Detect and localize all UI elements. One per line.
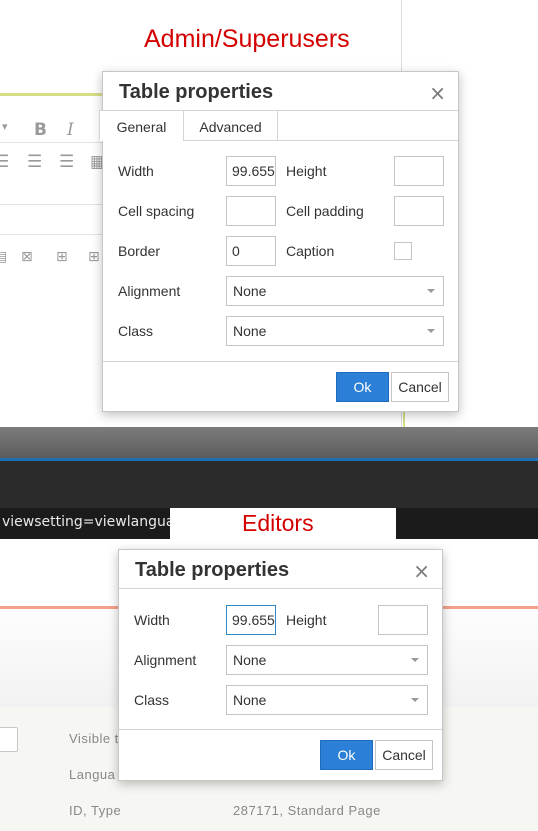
dialog-header-divider <box>119 588 442 589</box>
chevron-down-icon <box>427 289 435 293</box>
admin-table-properties-dialog: Table properties × General Advanced Widt… <box>99 71 459 412</box>
align-center-icon[interactable]: ☰ <box>27 152 42 172</box>
dialog-title: Table properties <box>135 559 290 581</box>
alignment-value: None <box>233 652 267 668</box>
toolbar-divider <box>0 234 110 235</box>
browser-toolbar <box>0 461 538 508</box>
bold-icon[interactable]: B <box>34 120 47 140</box>
toolbar-divider <box>0 142 110 143</box>
cell-padding-label: Cell padding <box>286 203 364 219</box>
id-type-value: 287171, Standard Page <box>233 803 381 818</box>
language-label: Langua <box>69 767 116 782</box>
editor-border <box>403 410 405 427</box>
alignment-select[interactable]: None <box>226 645 428 675</box>
width-label: Width <box>134 612 170 628</box>
class-value: None <box>233 692 267 708</box>
toolbar-divider <box>0 204 110 205</box>
alignment-label: Alignment <box>118 283 181 299</box>
background-input[interactable] <box>0 727 18 752</box>
chevron-down-icon <box>427 329 435 333</box>
tab-bar-divider <box>278 140 458 141</box>
dialog-title: Table properties <box>119 81 274 103</box>
width-input[interactable]: 99.655 <box>226 605 276 635</box>
window-chrome-band <box>0 427 538 458</box>
cell-padding-input[interactable] <box>394 196 444 226</box>
dialog-footer-divider <box>103 361 458 362</box>
class-label: Class <box>118 323 154 339</box>
insert-row-icon[interactable]: ⊞ <box>56 249 68 265</box>
close-icon[interactable]: × <box>413 559 430 583</box>
ok-button[interactable]: Ok <box>336 372 389 402</box>
class-label: Class <box>134 692 170 708</box>
visible-label: Visible t <box>69 731 119 746</box>
dialog-footer-divider <box>119 729 442 730</box>
tab-advanced[interactable]: Advanced <box>183 110 278 141</box>
caption-label: Caption <box>286 243 335 259</box>
class-value: None <box>233 323 267 339</box>
dropdown-caret-icon[interactable]: ▾ <box>2 120 8 133</box>
height-label: Height <box>286 163 327 179</box>
cancel-button[interactable]: Cancel <box>375 740 433 770</box>
close-icon[interactable]: × <box>429 81 446 105</box>
align-right-icon[interactable]: ☰ <box>59 152 74 172</box>
tab-general[interactable]: General <box>99 110 184 141</box>
alignment-select[interactable]: None <box>226 276 444 306</box>
id-type-label: ID, Type <box>69 803 122 818</box>
url-text: viewsetting=viewlanguage: <box>2 514 197 530</box>
chevron-down-icon <box>411 658 419 662</box>
class-select[interactable]: None <box>226 685 428 715</box>
cancel-button[interactable]: Cancel <box>391 372 449 402</box>
admin-screenshot-region: Admin/Superusers ▾ B I ☰ ☰ ☰ ▦ ▤ ⊠ ⊞ ⊞ T… <box>0 0 538 427</box>
alignment-value: None <box>233 283 267 299</box>
editor-table-properties-dialog: Table properties × Width 99.655 Height A… <box>118 549 443 781</box>
caption-checkbox[interactable] <box>394 242 412 260</box>
italic-icon[interactable]: I <box>67 120 74 140</box>
alignment-label: Alignment <box>134 652 197 668</box>
table-row-icon[interactable]: ▤ <box>0 249 7 265</box>
rich-text-editor: ▾ B I ☰ ☰ ☰ ▦ ▤ ⊠ ⊞ ⊞ <box>0 93 110 278</box>
height-input[interactable] <box>394 156 444 186</box>
height-label: Height <box>286 612 327 628</box>
ok-button[interactable]: Ok <box>320 740 373 770</box>
width-input[interactable]: 99.655 <box>226 156 276 186</box>
cell-spacing-label: Cell spacing <box>118 203 195 219</box>
border-input[interactable]: 0 <box>226 236 276 266</box>
editors-caption-box: Editors <box>170 508 396 539</box>
align-left-icon[interactable]: ☰ <box>0 152 9 172</box>
cell-spacing-input[interactable] <box>226 196 276 226</box>
border-label: Border <box>118 243 161 259</box>
admin-caption: Admin/Superusers <box>144 25 350 53</box>
insert-column-icon[interactable]: ⊞ <box>88 249 100 265</box>
chevron-down-icon <box>411 698 419 702</box>
editors-caption: Editors <box>242 510 314 536</box>
height-input[interactable] <box>378 605 428 635</box>
class-select[interactable]: None <box>226 316 444 346</box>
width-label: Width <box>118 163 154 179</box>
delete-table-icon[interactable]: ⊠ <box>21 249 33 265</box>
